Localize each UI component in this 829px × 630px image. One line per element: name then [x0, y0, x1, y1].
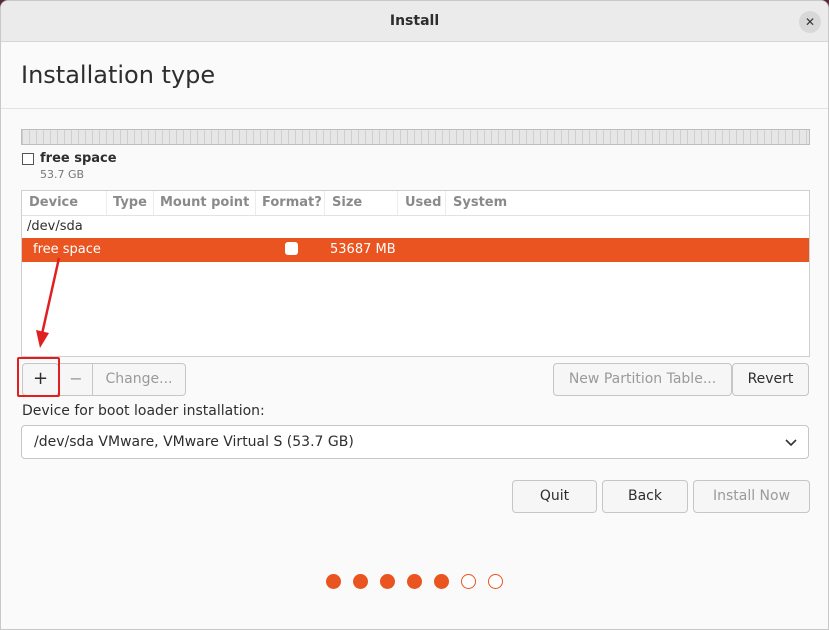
- column-separator: [445, 191, 446, 215]
- progress-dot: [461, 574, 476, 589]
- free-space-legend-swatch: [22, 153, 34, 165]
- column-separator: [324, 191, 325, 215]
- progress-dot: [380, 574, 395, 589]
- column-format[interactable]: Format?: [262, 195, 322, 210]
- free-space-legend-size: 53.7 GB: [40, 168, 85, 181]
- boot-loader-select[interactable]: /dev/sda VMware, VMware Virtual S (53.7 …: [21, 425, 809, 459]
- column-system[interactable]: System: [453, 195, 507, 210]
- boot-loader-value: /dev/sda VMware, VMware Virtual S (53.7 …: [34, 434, 354, 450]
- window-title: Install: [389, 13, 440, 29]
- change-partition-button[interactable]: Change...: [92, 363, 186, 396]
- column-separator: [153, 191, 154, 215]
- close-icon: ✕: [804, 15, 816, 29]
- column-used[interactable]: Used: [405, 195, 441, 210]
- progress-dot: [407, 574, 422, 589]
- progress-dot: [434, 574, 449, 589]
- installer-window: Install ✕ Installation type free space 5…: [0, 0, 829, 630]
- progress-dot: [326, 574, 341, 589]
- new-partition-table-button[interactable]: New Partition Table...: [553, 363, 732, 396]
- revert-button[interactable]: Revert: [732, 363, 809, 396]
- format-checkbox[interactable]: [285, 242, 298, 255]
- chevron-down-icon: [785, 439, 797, 447]
- quit-button[interactable]: Quit: [512, 480, 597, 513]
- column-type[interactable]: Type: [113, 195, 147, 210]
- column-size[interactable]: Size: [332, 195, 362, 210]
- divider: [1, 108, 828, 109]
- row-size: 53687 MB: [330, 242, 396, 257]
- column-device[interactable]: Device: [29, 195, 78, 210]
- table-row-selected[interactable]: free space 53687 MB: [22, 238, 809, 262]
- progress-dot: [488, 574, 503, 589]
- column-separator: [255, 191, 256, 215]
- free-space-legend-label: free space: [40, 151, 117, 166]
- device-row[interactable]: /dev/sda: [27, 219, 83, 234]
- row-device: free space: [33, 242, 101, 257]
- column-separator: [106, 191, 107, 215]
- remove-partition-button[interactable]: −: [59, 363, 93, 396]
- column-separator: [397, 191, 398, 215]
- disk-usage-bar: [21, 129, 810, 145]
- progress-dot: [353, 574, 368, 589]
- annotation-highlight-box: [17, 357, 60, 397]
- close-button[interactable]: ✕: [799, 11, 821, 33]
- install-now-button[interactable]: Install Now: [693, 480, 810, 513]
- column-mount-point[interactable]: Mount point: [160, 195, 249, 210]
- progress-dots: [326, 574, 516, 589]
- partition-table: Device Type Mount point Format? Size Use…: [21, 190, 810, 357]
- boot-loader-label: Device for boot loader installation:: [22, 403, 265, 419]
- back-button[interactable]: Back: [602, 480, 688, 513]
- page-title: Installation type: [21, 61, 216, 89]
- title-bar: Install ✕: [1, 1, 828, 42]
- table-header: Device Type Mount point Format? Size Use…: [22, 191, 809, 216]
